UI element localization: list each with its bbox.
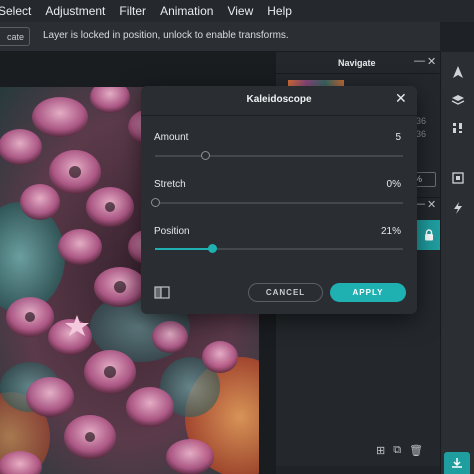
crop-icon[interactable] (450, 170, 466, 186)
cancel-button[interactable]: CANCEL (248, 283, 323, 302)
position-slider-knob[interactable] (208, 244, 218, 253)
layer-actions: ⊞ ⧉ 🗑 (376, 444, 423, 457)
navigate-height-value: 36 (416, 129, 427, 139)
stretch-label: Stretch (154, 179, 186, 190)
position-slider[interactable] (155, 244, 403, 253)
menu-bar: Select Adjustment Filter Animation View … (0, 0, 474, 22)
kaleidoscope-dialog: Kaleidoscope ✕ Amount 5 Stretch 0% Posit… (141, 86, 417, 314)
amount-slider[interactable] (155, 151, 403, 160)
truncated-option-button[interactable]: cate (0, 27, 30, 46)
download-button[interactable] (444, 452, 470, 474)
add-layer-icon[interactable]: ⊞ (376, 444, 385, 457)
amount-label: Amount (154, 132, 189, 143)
adjust-icon[interactable] (450, 120, 466, 136)
navigate-width-value: 36 (416, 116, 427, 126)
lock-message: Layer is locked in position, unlock to e… (43, 30, 289, 41)
menu-animation[interactable]: Animation (160, 4, 213, 18)
dialog-divider (141, 115, 417, 116)
navigate-header: Navigate — ✕ (276, 52, 441, 74)
menu-view[interactable]: View (227, 4, 253, 18)
menu-adjustment[interactable]: Adjustment (45, 4, 105, 18)
arrow-cursor-icon[interactable] (450, 64, 466, 80)
dialog-close-button[interactable]: ✕ (395, 90, 407, 107)
navigate-minimize-button[interactable]: — (414, 55, 425, 67)
amount-slider-knob[interactable] (200, 151, 210, 160)
position-slider-fill (155, 248, 213, 250)
layer-lock-toggle[interactable] (416, 220, 441, 250)
menu-help[interactable]: Help (267, 4, 292, 18)
navigate-title: Navigate (338, 58, 376, 68)
position-label: Position (154, 226, 190, 237)
delete-icon[interactable]: 🗑 (409, 444, 423, 457)
menu-filter[interactable]: Filter (119, 4, 146, 18)
stretch-value: 0% (386, 179, 401, 190)
stretch-slider[interactable] (151, 198, 403, 207)
right-toolbar (440, 52, 474, 474)
magic-icon[interactable] (450, 200, 466, 216)
duplicate-icon[interactable]: ⧉ (393, 444, 401, 457)
navigate-close-button[interactable]: ✕ (427, 55, 436, 68)
stretch-slider-knob[interactable] (151, 198, 160, 207)
panel-footer (276, 466, 441, 474)
compare-icon[interactable] (154, 286, 170, 300)
menu-select[interactable]: Select (0, 4, 31, 18)
lock-icon (424, 229, 433, 241)
position-value: 21% (380, 226, 401, 237)
options-bar: cate Layer is locked in position, unlock… (0, 22, 440, 52)
download-icon (452, 458, 462, 468)
dialog-title: Kaleidoscope (246, 94, 312, 105)
layers-icon[interactable] (450, 92, 466, 108)
layers-close-button[interactable]: ✕ (427, 198, 436, 211)
amount-value: 5 (395, 132, 401, 143)
apply-button[interactable]: APPLY (330, 283, 406, 302)
